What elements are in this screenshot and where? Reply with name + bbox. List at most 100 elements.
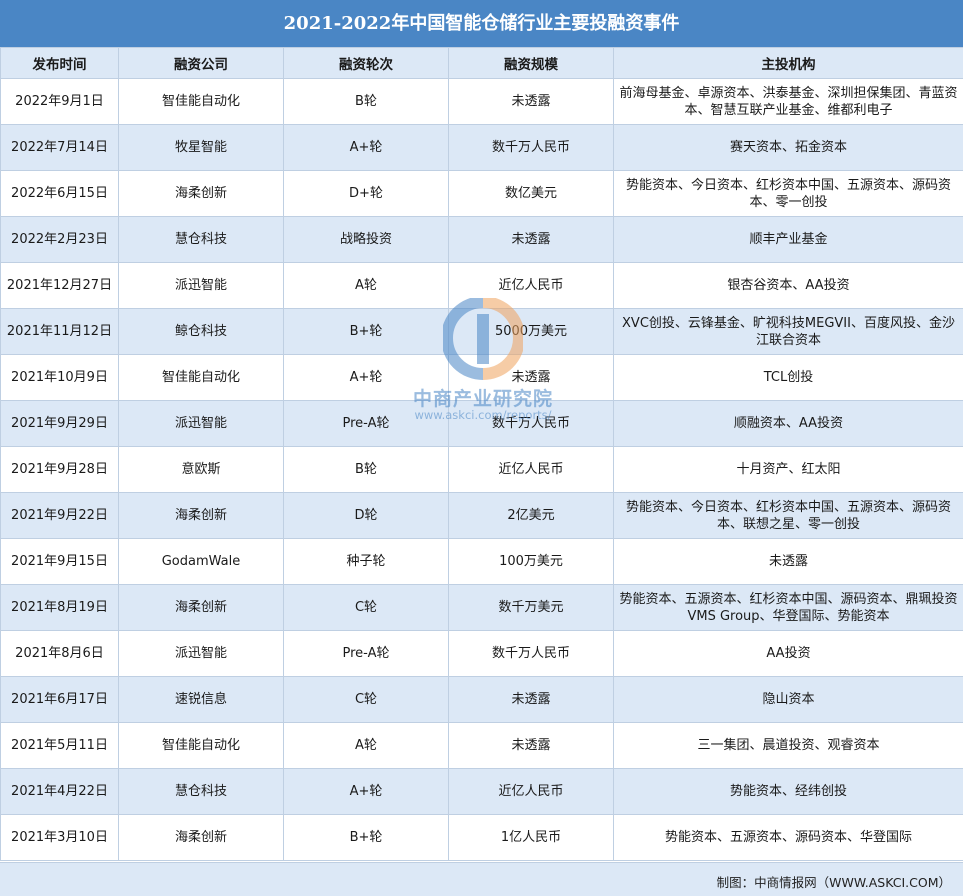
table-row: 2021年9月15日GodamWale种子轮100万美元未透露 xyxy=(1,539,963,585)
cell-investors: 未透露 xyxy=(614,539,963,585)
column-header: 融资规模 xyxy=(449,48,614,79)
cell-company: 派迅智能 xyxy=(119,263,284,309)
cell-round: 种子轮 xyxy=(284,539,449,585)
cell-investors: 势能资本、经纬创投 xyxy=(614,769,963,815)
table-title: 2021-2022年中国智能仓储行业主要投融资事件 xyxy=(0,0,963,47)
cell-company: 海柔创新 xyxy=(119,493,284,539)
table-row: 2022年9月1日智佳能自动化B轮未透露前海母基金、卓源资本、洪泰基金、深圳担保… xyxy=(1,79,963,125)
cell-round: D+轮 xyxy=(284,171,449,217)
cell-date: 2021年9月28日 xyxy=(1,447,119,493)
cell-date: 2022年2月23日 xyxy=(1,217,119,263)
cell-investors: 势能资本、今日资本、红杉资本中国、五源资本、源码资本、零一创投 xyxy=(614,171,963,217)
cell-company: 海柔创新 xyxy=(119,585,284,631)
cell-company: 派迅智能 xyxy=(119,401,284,447)
cell-date: 2021年4月22日 xyxy=(1,769,119,815)
cell-investors: 势能资本、五源资本、源码资本、华登国际 xyxy=(614,815,963,861)
financing-table: 发布时间 融资公司 融资轮次 融资规模 主投机构 2022年9月1日智佳能自动化… xyxy=(0,47,963,861)
cell-round: Pre-A轮 xyxy=(284,401,449,447)
cell-investors: 隐山资本 xyxy=(614,677,963,723)
cell-company: 海柔创新 xyxy=(119,815,284,861)
cell-amount: 数千万人民币 xyxy=(449,125,614,171)
table-row: 2021年9月28日意欧斯B轮近亿人民币十月资产、红太阳 xyxy=(1,447,963,493)
cell-company: 意欧斯 xyxy=(119,447,284,493)
table-row: 2021年3月10日海柔创新B+轮1亿人民币势能资本、五源资本、源码资本、华登国… xyxy=(1,815,963,861)
cell-round: C轮 xyxy=(284,677,449,723)
table-row: 2021年12月27日派迅智能A轮近亿人民币银杏谷资本、AA投资 xyxy=(1,263,963,309)
header-row: 发布时间 融资公司 融资轮次 融资规模 主投机构 xyxy=(1,48,963,79)
cell-date: 2021年10月9日 xyxy=(1,355,119,401)
cell-date: 2022年6月15日 xyxy=(1,171,119,217)
table-row: 2021年4月22日慧仓科技A+轮近亿人民币势能资本、经纬创投 xyxy=(1,769,963,815)
column-header: 融资公司 xyxy=(119,48,284,79)
cell-amount: 2亿美元 xyxy=(449,493,614,539)
table-row: 2021年9月29日派迅智能Pre-A轮数千万人民币顺融资本、AA投资 xyxy=(1,401,963,447)
cell-investors: 银杏谷资本、AA投资 xyxy=(614,263,963,309)
cell-investors: TCL创投 xyxy=(614,355,963,401)
table-body: 2022年9月1日智佳能自动化B轮未透露前海母基金、卓源资本、洪泰基金、深圳担保… xyxy=(1,79,963,861)
cell-round: A+轮 xyxy=(284,125,449,171)
cell-company: 智佳能自动化 xyxy=(119,723,284,769)
cell-company: GodamWale xyxy=(119,539,284,585)
column-header: 融资轮次 xyxy=(284,48,449,79)
cell-investors: 赛天资本、拓金资本 xyxy=(614,125,963,171)
cell-company: 牧星智能 xyxy=(119,125,284,171)
cell-investors: 顺融资本、AA投资 xyxy=(614,401,963,447)
table-row: 2021年8月6日派迅智能Pre-A轮数千万人民币AA投资 xyxy=(1,631,963,677)
cell-round: 战略投资 xyxy=(284,217,449,263)
cell-round: B+轮 xyxy=(284,309,449,355)
cell-round: A+轮 xyxy=(284,355,449,401)
cell-investors: XVC创投、云锋基金、旷视科技MEGVII、百度风投、金沙江联合资本 xyxy=(614,309,963,355)
table-row: 2021年10月9日智佳能自动化A+轮未透露TCL创投 xyxy=(1,355,963,401)
cell-amount: 近亿人民币 xyxy=(449,447,614,493)
cell-amount: 5000万美元 xyxy=(449,309,614,355)
cell-date: 2021年12月27日 xyxy=(1,263,119,309)
cell-investors: 三一集团、晨道投资、观睿资本 xyxy=(614,723,963,769)
cell-round: A轮 xyxy=(284,723,449,769)
cell-company: 慧仓科技 xyxy=(119,217,284,263)
cell-amount: 数千万人民币 xyxy=(449,631,614,677)
cell-investors: 顺丰产业基金 xyxy=(614,217,963,263)
cell-date: 2021年9月15日 xyxy=(1,539,119,585)
cell-amount: 近亿人民币 xyxy=(449,769,614,815)
cell-company: 智佳能自动化 xyxy=(119,355,284,401)
cell-amount: 1亿人民币 xyxy=(449,815,614,861)
table-row: 2022年2月23日慧仓科技战略投资未透露顺丰产业基金 xyxy=(1,217,963,263)
cell-investors: 势能资本、今日资本、红杉资本中国、五源资本、源码资本、联想之星、零一创投 xyxy=(614,493,963,539)
table-row: 2022年6月15日海柔创新D+轮数亿美元势能资本、今日资本、红杉资本中国、五源… xyxy=(1,171,963,217)
cell-round: C轮 xyxy=(284,585,449,631)
cell-investors: AA投资 xyxy=(614,631,963,677)
cell-company: 派迅智能 xyxy=(119,631,284,677)
table-row: 2021年9月22日海柔创新D轮2亿美元势能资本、今日资本、红杉资本中国、五源资… xyxy=(1,493,963,539)
source-note: 制图：中商情报网（WWW.ASKCI.COM） xyxy=(717,872,951,891)
cell-date: 2021年6月17日 xyxy=(1,677,119,723)
cell-date: 2021年9月22日 xyxy=(1,493,119,539)
cell-round: B轮 xyxy=(284,79,449,125)
cell-date: 2022年7月14日 xyxy=(1,125,119,171)
cell-round: B轮 xyxy=(284,447,449,493)
cell-date: 2021年11月12日 xyxy=(1,309,119,355)
cell-company: 慧仓科技 xyxy=(119,769,284,815)
cell-amount: 100万美元 xyxy=(449,539,614,585)
cell-round: A+轮 xyxy=(284,769,449,815)
cell-date: 2021年3月10日 xyxy=(1,815,119,861)
cell-date: 2021年9月29日 xyxy=(1,401,119,447)
table-row: 2021年6月17日速锐信息C轮未透露隐山资本 xyxy=(1,677,963,723)
table-row: 2021年5月11日智佳能自动化A轮未透露三一集团、晨道投资、观睿资本 xyxy=(1,723,963,769)
cell-company: 速锐信息 xyxy=(119,677,284,723)
cell-amount: 数亿美元 xyxy=(449,171,614,217)
cell-amount: 未透露 xyxy=(449,217,614,263)
cell-amount: 未透露 xyxy=(449,723,614,769)
table-row: 2022年7月14日牧星智能A+轮数千万人民币赛天资本、拓金资本 xyxy=(1,125,963,171)
cell-amount: 未透露 xyxy=(449,677,614,723)
cell-company: 鲸仓科技 xyxy=(119,309,284,355)
footer-bar: 制图：中商情报网（WWW.ASKCI.COM） xyxy=(0,862,963,896)
cell-investors: 前海母基金、卓源资本、洪泰基金、深圳担保集团、青蓝资本、智慧互联产业基金、维都利… xyxy=(614,79,963,125)
cell-date: 2021年8月19日 xyxy=(1,585,119,631)
cell-date: 2021年8月6日 xyxy=(1,631,119,677)
cell-investors: 十月资产、红太阳 xyxy=(614,447,963,493)
cell-company: 智佳能自动化 xyxy=(119,79,284,125)
cell-date: 2022年9月1日 xyxy=(1,79,119,125)
cell-round: B+轮 xyxy=(284,815,449,861)
cell-round: A轮 xyxy=(284,263,449,309)
cell-amount: 未透露 xyxy=(449,355,614,401)
